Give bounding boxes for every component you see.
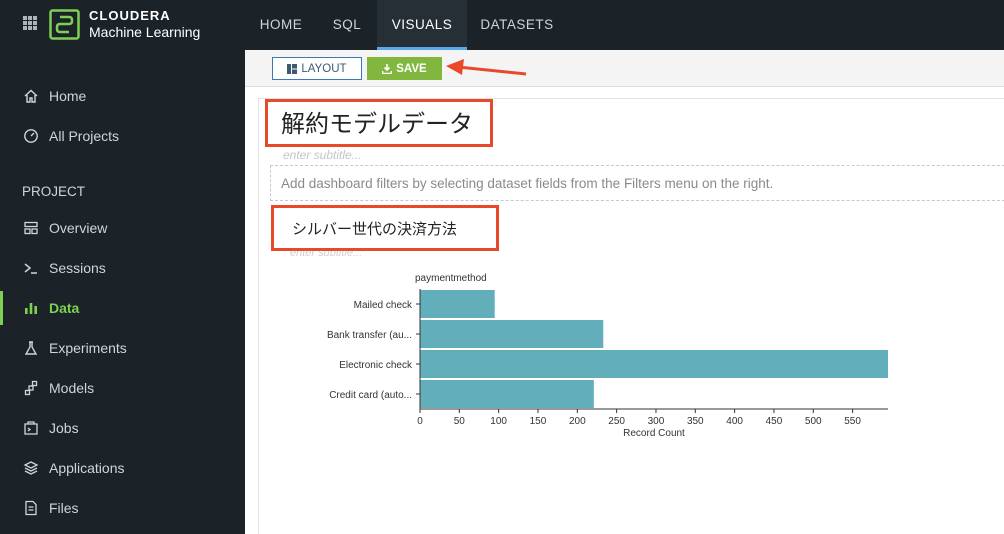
brand-header: CLOUDERA Machine Learning xyxy=(0,0,245,50)
layers-icon xyxy=(22,459,40,477)
chart-x-tick-label: 0 xyxy=(417,416,423,427)
tab-home[interactable]: HOME xyxy=(245,0,317,50)
layout-icon xyxy=(287,63,298,74)
chart-category-label: Mailed check xyxy=(354,300,413,311)
jobs-icon xyxy=(22,419,40,437)
chart-x-tick-label: 150 xyxy=(530,416,547,427)
visual-title[interactable]: シルバー世代の決済方法 xyxy=(292,218,457,239)
chart-x-tick-label: 200 xyxy=(569,416,586,427)
sidebar-item-label: Overview xyxy=(49,220,108,236)
sidebar-item-models[interactable]: Models xyxy=(0,369,245,407)
sidebar-item-label: Applications xyxy=(49,460,125,476)
apps-grid-icon[interactable] xyxy=(23,16,37,30)
sidebar-item-label: Jobs xyxy=(49,420,79,436)
brand-name: CLOUDERA xyxy=(89,8,171,23)
sidebar-item-files[interactable]: Files xyxy=(0,489,245,527)
chart-bar xyxy=(420,350,888,378)
flask-icon xyxy=(22,339,40,357)
sidebar-item-label: All Projects xyxy=(49,128,120,144)
tab-sql[interactable]: SQL xyxy=(317,0,377,50)
chart-x-tick-label: 250 xyxy=(608,416,625,427)
chart-category-label: Electronic check xyxy=(339,360,413,371)
top-navigation: HOME SQL VISUALS DATASETS xyxy=(245,0,1004,50)
chart-x-tick-label: 300 xyxy=(648,416,665,427)
dashboard-toolbar: LAYOUT SAVE xyxy=(245,50,1004,87)
chart-category-label: Bank transfer (au... xyxy=(327,330,412,341)
dashboard-filters-area[interactable]: Add dashboard filters by selecting datas… xyxy=(270,165,1004,201)
layout-button-label: LAYOUT xyxy=(301,62,347,75)
save-button-label: SAVE xyxy=(396,62,427,75)
chart-legend-title: paymentmethod xyxy=(415,273,487,284)
tab-visuals[interactable]: VISUALS xyxy=(377,0,467,50)
overview-icon xyxy=(22,219,40,237)
sidebar-item-overview[interactable]: Overview xyxy=(0,209,245,247)
sidebar-item-jobs[interactable]: Jobs xyxy=(0,409,245,447)
sidebar-item-label: Home xyxy=(49,88,87,104)
chart-x-tick-label: 550 xyxy=(844,416,861,427)
sidebar-item-home[interactable]: Home xyxy=(0,77,245,115)
chart-category-label: Credit card (auto... xyxy=(329,390,412,401)
file-icon xyxy=(22,499,40,517)
chart-bar xyxy=(420,380,594,408)
sidebar-item-applications[interactable]: Applications xyxy=(0,449,245,487)
chart-bar xyxy=(420,290,495,318)
chart-x-tick-label: 400 xyxy=(726,416,743,427)
chart-x-tick-label: 50 xyxy=(454,416,466,427)
chart-x-tick-label: 350 xyxy=(687,416,704,427)
dashboard-subtitle-input[interactable]: enter subtitle... xyxy=(283,148,362,162)
chart-bar xyxy=(420,320,604,348)
cloudera-logo-icon xyxy=(49,9,80,40)
sidebar-section-label: PROJECT xyxy=(22,184,86,199)
payment-method-bar-chart: paymentmethod Mailed check Bank transfer (… xyxy=(327,273,888,439)
chart-x-tick-label: 450 xyxy=(766,416,783,427)
download-icon xyxy=(382,63,393,74)
gauge-icon xyxy=(22,127,40,145)
models-icon xyxy=(22,379,40,397)
layout-button[interactable]: LAYOUT xyxy=(272,57,362,80)
sidebar-item-label: Sessions xyxy=(49,260,106,276)
tab-datasets[interactable]: DATASETS xyxy=(467,0,567,50)
chart-x-tick-label: 500 xyxy=(805,416,822,427)
save-button[interactable]: SAVE xyxy=(367,57,442,80)
brand-product: Machine Learning xyxy=(89,24,201,40)
sidebar-item-label: Models xyxy=(49,380,95,396)
chart-x-tick-label: 100 xyxy=(490,416,507,427)
sidebar-item-all-projects[interactable]: All Projects xyxy=(0,117,245,155)
sidebar-item-sessions[interactable]: Sessions xyxy=(0,249,245,287)
sidebar-item-experiments[interactable]: Experiments xyxy=(0,329,245,367)
dashboard-title[interactable]: 解約モデルデータ xyxy=(281,104,473,139)
chart-x-axis-label: Record Count xyxy=(623,428,685,439)
annotation-arrow-icon xyxy=(446,59,527,76)
home-icon xyxy=(22,87,40,105)
sidebar-item-label: Experiments xyxy=(49,340,127,356)
terminal-icon xyxy=(22,259,40,277)
sidebar-item-label: Files xyxy=(49,500,79,516)
sidebar-item-data[interactable]: Data xyxy=(0,289,245,327)
bar-chart-icon xyxy=(22,299,40,317)
sidebar-item-label: Data xyxy=(49,300,80,316)
